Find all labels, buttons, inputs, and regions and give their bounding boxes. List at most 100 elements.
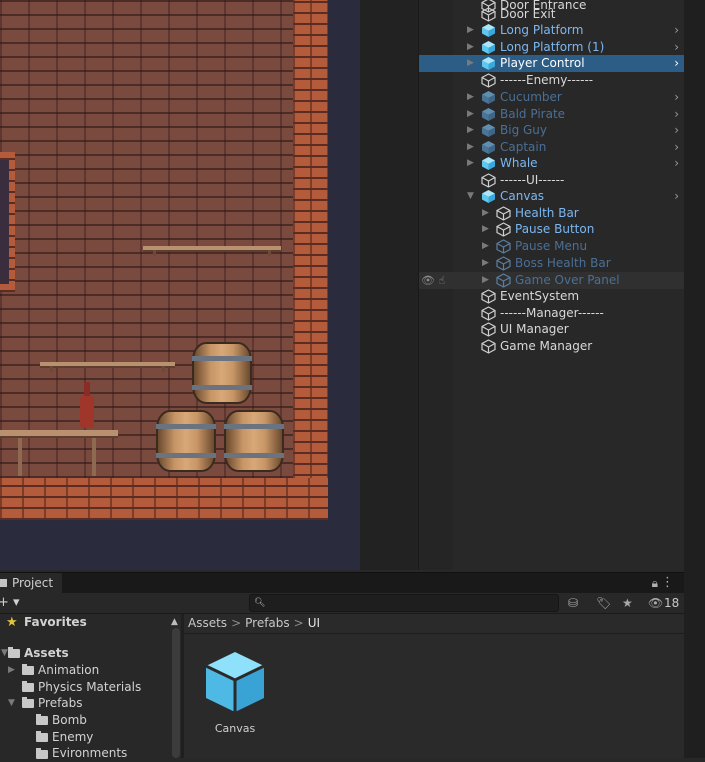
fold-closed-arrow-icon[interactable]: ▶ bbox=[467, 41, 477, 54]
bottle-sprite bbox=[80, 382, 94, 428]
fold-closed-arrow-icon[interactable]: ▶ bbox=[467, 108, 477, 121]
folder-tree-scrollbar[interactable] bbox=[172, 628, 180, 758]
search-input[interactable] bbox=[266, 595, 551, 611]
open-prefab-chevron-icon[interactable]: › bbox=[674, 22, 679, 39]
fold-closed-arrow-icon[interactable]: ▶ bbox=[467, 141, 477, 154]
fold-closed-arrow-icon[interactable]: ▶ bbox=[482, 240, 492, 253]
scroll-up-arrow-icon[interactable]: ▲ bbox=[171, 617, 178, 627]
fold-closed-arrow-icon[interactable]: ▶ bbox=[467, 157, 477, 170]
barrel-sprite bbox=[156, 410, 216, 472]
open-prefab-chevron-icon[interactable]: › bbox=[674, 188, 679, 205]
open-prefab-chevron-icon[interactable]: › bbox=[674, 55, 679, 72]
fold-open-arrow-icon[interactable]: ▼ bbox=[467, 190, 477, 203]
hidden-packages-icon[interactable]: 👁︎ bbox=[648, 594, 663, 612]
breadcrumb-item-ui[interactable]: UI bbox=[308, 616, 320, 630]
fold-closed-arrow-icon[interactable]: ▶ bbox=[467, 91, 477, 104]
gameobject-cube-icon bbox=[496, 206, 511, 221]
tree-item-prefabs[interactable]: Prefabs bbox=[38, 695, 83, 712]
tree-item-assets[interactable]: Assets bbox=[24, 645, 69, 662]
fold-closed-arrow-icon[interactable]: ▶ bbox=[467, 124, 477, 137]
more-options-icon[interactable]: ⋮ bbox=[661, 575, 674, 590]
hierarchy-item[interactable]: EventSystem bbox=[419, 288, 685, 305]
search-box[interactable]: 🔍︎ bbox=[249, 594, 559, 612]
hierarchy-item-label: ------Manager------ bbox=[500, 306, 604, 320]
open-prefab-chevron-icon[interactable]: › bbox=[674, 155, 679, 172]
hierarchy-item[interactable]: Game Manager bbox=[419, 338, 685, 355]
tree-item-physics-materials[interactable]: Physics Materials bbox=[38, 679, 141, 696]
hierarchy-item[interactable]: ▶ Big Guy › bbox=[419, 122, 685, 139]
open-prefab-chevron-icon[interactable]: › bbox=[674, 39, 679, 56]
hierarchy-item[interactable]: ▶ Cucumber › bbox=[419, 89, 685, 106]
tree-item-enemy[interactable]: Enemy bbox=[52, 729, 93, 746]
hierarchy-item[interactable]: ▶ Long Platform › bbox=[419, 22, 685, 39]
hierarchy-item[interactable]: ------Enemy------ bbox=[419, 72, 685, 89]
gameobject-cube-icon bbox=[481, 306, 496, 321]
hierarchy-item[interactable]: ▶ Whale › bbox=[419, 155, 685, 172]
scene-view[interactable] bbox=[0, 0, 360, 570]
open-prefab-chevron-icon[interactable]: › bbox=[674, 122, 679, 139]
gameobject-cube-icon bbox=[496, 273, 511, 288]
fold-closed-arrow-icon[interactable]: ▶ bbox=[467, 57, 477, 70]
hierarchy-item[interactable]: ▶ Long Platform (1) › bbox=[419, 39, 685, 56]
hierarchy-item-label: Boss Health Bar bbox=[515, 256, 611, 270]
visibility-eye-icon[interactable]: 👁︎ ☝︎ bbox=[421, 272, 445, 289]
hierarchy-item[interactable]: ▶ Pause Button bbox=[419, 221, 685, 238]
fold-closed-arrow-icon[interactable]: ▶ bbox=[482, 274, 492, 287]
hierarchy-item-label: Pause Menu bbox=[515, 239, 588, 253]
barrel-sprite bbox=[224, 410, 284, 472]
hierarchy-item[interactable]: ------Manager------ bbox=[419, 305, 685, 322]
hierarchy-item[interactable]: ▶ Boss Health Bar bbox=[419, 255, 685, 272]
folder-icon bbox=[36, 714, 48, 725]
table-sprite bbox=[0, 430, 118, 438]
breadcrumb-item-assets[interactable]: Assets bbox=[188, 616, 227, 630]
favorites-label[interactable]: Favorites bbox=[24, 614, 87, 631]
folder-icon bbox=[8, 647, 20, 658]
hierarchy-item-label: Game Over Panel bbox=[515, 273, 620, 287]
tree-item-bomb[interactable]: Bomb bbox=[52, 712, 87, 729]
prefab-cube-icon bbox=[205, 652, 265, 712]
asset-tile-canvas[interactable]: Canvas bbox=[202, 648, 268, 738]
fold-arrow-icon[interactable]: ▼ bbox=[8, 695, 15, 712]
open-prefab-chevron-icon[interactable]: › bbox=[674, 139, 679, 156]
hierarchy-item[interactable]: ▶ Captain › bbox=[419, 139, 685, 156]
panel-edge bbox=[684, 0, 705, 758]
project-toolbar: + ▾ 🔍︎ ⛁ 🏷︎ ★ 👁︎ 18 bbox=[0, 593, 684, 614]
hierarchy-item[interactable]: ▶ Pause Menu bbox=[419, 238, 685, 255]
tree-item-animation[interactable]: Animation bbox=[38, 662, 99, 679]
open-prefab-chevron-icon[interactable]: › bbox=[674, 106, 679, 123]
hierarchy-item[interactable]: Door Exit bbox=[419, 6, 685, 23]
add-asset-button[interactable]: + ▾ bbox=[0, 593, 20, 613]
search-by-label-icon[interactable]: 🏷︎ bbox=[596, 594, 611, 612]
fold-closed-arrow-icon[interactable]: ▶ bbox=[482, 207, 492, 220]
prefab-cube-icon bbox=[481, 156, 496, 171]
brick-pillar bbox=[293, 0, 328, 520]
hierarchy-item-label: Bald Pirate bbox=[500, 107, 566, 121]
project-asset-view[interactable]: Assets > Prefabs > UI Canvas bbox=[184, 614, 684, 758]
hierarchy-item[interactable]: ▶ Health Bar bbox=[419, 205, 685, 222]
hierarchy-item[interactable]: ▶ Player Control › bbox=[419, 55, 685, 72]
folder-icon bbox=[22, 664, 34, 675]
hierarchy-item[interactable]: ▶ Bald Pirate › bbox=[419, 106, 685, 123]
fold-closed-arrow-icon[interactable]: ▶ bbox=[467, 24, 477, 37]
fold-closed-arrow-icon[interactable]: ▶ bbox=[482, 223, 492, 236]
wall-shelf-lower bbox=[40, 362, 175, 372]
search-by-type-icon[interactable]: ⛁ bbox=[568, 594, 578, 612]
hierarchy-item[interactable]: UI Manager bbox=[419, 321, 685, 338]
hidden-packages-count: 18 bbox=[664, 596, 680, 610]
tree-item-evironments[interactable]: Evironments bbox=[52, 745, 127, 762]
hierarchy-item[interactable]: ------UI------ bbox=[419, 172, 685, 189]
scene-view-empty-area[interactable] bbox=[360, 0, 418, 570]
hierarchy-item[interactable]: ▼ Canvas › bbox=[419, 188, 685, 205]
folder-icon bbox=[0, 579, 7, 587]
fold-closed-arrow-icon[interactable]: ▶ bbox=[482, 257, 492, 270]
asset-label: Canvas bbox=[214, 722, 256, 735]
breadcrumb-item-prefabs[interactable]: Prefabs bbox=[245, 616, 290, 630]
hierarchy-item[interactable]: ▶ Game Over Panel 👁︎ ☝︎ bbox=[419, 272, 685, 289]
fold-arrow-icon[interactable]: ▼ bbox=[1, 645, 8, 662]
open-prefab-chevron-icon[interactable]: › bbox=[674, 89, 679, 106]
project-tab[interactable]: Project bbox=[0, 573, 62, 594]
hierarchy-panel[interactable]: Door Entrance Door Exit ▶ Long Platform › ▶ Lo… bbox=[418, 0, 685, 570]
fold-arrow-icon[interactable]: ▶ bbox=[8, 662, 15, 679]
favorites-star-icon[interactable]: ★ bbox=[622, 594, 633, 612]
lock-icon[interactable]: 🔒︎ bbox=[652, 576, 658, 591]
